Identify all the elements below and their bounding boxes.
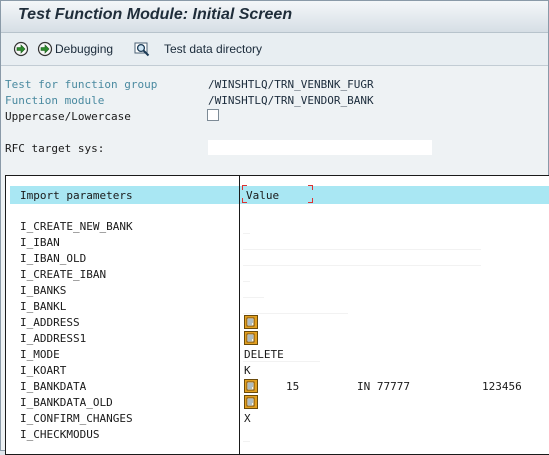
structure-edit-icon[interactable] [244,379,258,393]
test-data-directory-label: Test data directory [164,42,263,56]
value-i-checkmodus[interactable] [243,427,250,442]
value-i-create-new-bank[interactable] [243,219,250,234]
application-toolbar: Debugging Test data directory [1,33,548,66]
case-label: Uppercase/Lowercase [5,110,131,123]
structure-edit-icon[interactable] [244,315,258,329]
uppercase-lowercase-checkbox[interactable] [207,109,219,121]
value-i-mode: DELETE [244,348,284,361]
main-content: Test for function group /WINSHTLQ/TRN_VE… [1,66,549,455]
param-i-bankdata-old: I_BANKDATA_OLD [20,396,113,409]
import-parameters-table: Import parameters Value I_CREATE_NEW_BAN… [5,175,549,455]
title-bar: Test Function Module: Initial Screen [1,1,548,33]
param-i-mode: I_MODE [20,348,60,361]
param-i-bankdata: I_BANKDATA [20,380,87,393]
value-i-banks[interactable] [243,283,264,298]
value-i-iban[interactable] [243,235,481,250]
value-i-bankl[interactable] [243,299,348,314]
param-i-address1: I_ADDRESS1 [20,332,87,345]
import-parameters-header: Import parameters [20,189,133,202]
param-i-create-new-bank: I_CREATE_NEW_BANK [20,220,133,233]
debugging-label: Debugging [55,42,114,56]
search-icon [134,42,150,57]
bankdata-value-3: 123456 [482,380,522,393]
rfc-target-label: RFC target sys: [5,142,105,155]
function-group-label: Test for function group [5,78,158,91]
param-i-confirm-changes: I_CONFIRM_CHANGES [20,412,133,425]
function-group-value: /WINSHTLQ/TRN_VENBNK_FUGR [208,78,374,91]
rfc-target-input[interactable] [208,140,432,155]
value-i-confirm-changes[interactable]: X [244,412,251,425]
column-separator [239,176,240,454]
param-i-iban: I_IBAN [20,236,60,249]
param-i-address: I_ADDRESS [20,316,80,329]
param-i-create-iban: I_CREATE_IBAN [20,268,107,281]
value-i-iban-old[interactable] [243,251,481,266]
value-i-create-iban[interactable] [243,267,250,282]
param-i-checkmodus: I_CHECKMODUS [20,428,100,441]
param-i-koart: I_KOART [20,364,67,377]
bankdata-value-1: 15 [286,380,300,393]
value-header-selection [242,185,313,203]
debugging-icon [37,41,53,57]
execute-icon [13,41,29,57]
param-i-bankl: I_BANKL [20,300,67,313]
test-data-directory-button[interactable]: Test data directory [134,41,262,57]
param-i-banks: I_BANKS [20,284,67,297]
page-title: Test Function Module: Initial Screen [18,6,293,23]
sap-window: Test Function Module: Initial Screen Deb… [0,0,549,455]
function-module-label: Function module [5,94,105,107]
structure-edit-icon[interactable] [244,331,258,345]
bankdata-value-2: IN 77777 [357,380,410,393]
structure-edit-icon[interactable] [244,395,258,409]
execute-button[interactable] [13,41,29,57]
param-i-iban-old: I_IBAN_OLD [20,252,87,265]
value-i-koart[interactable]: K [244,364,251,377]
function-module-value: /WINSHTLQ/TRN_VENDOR_BANK [208,94,374,107]
debugging-button[interactable]: Debugging [37,41,113,57]
